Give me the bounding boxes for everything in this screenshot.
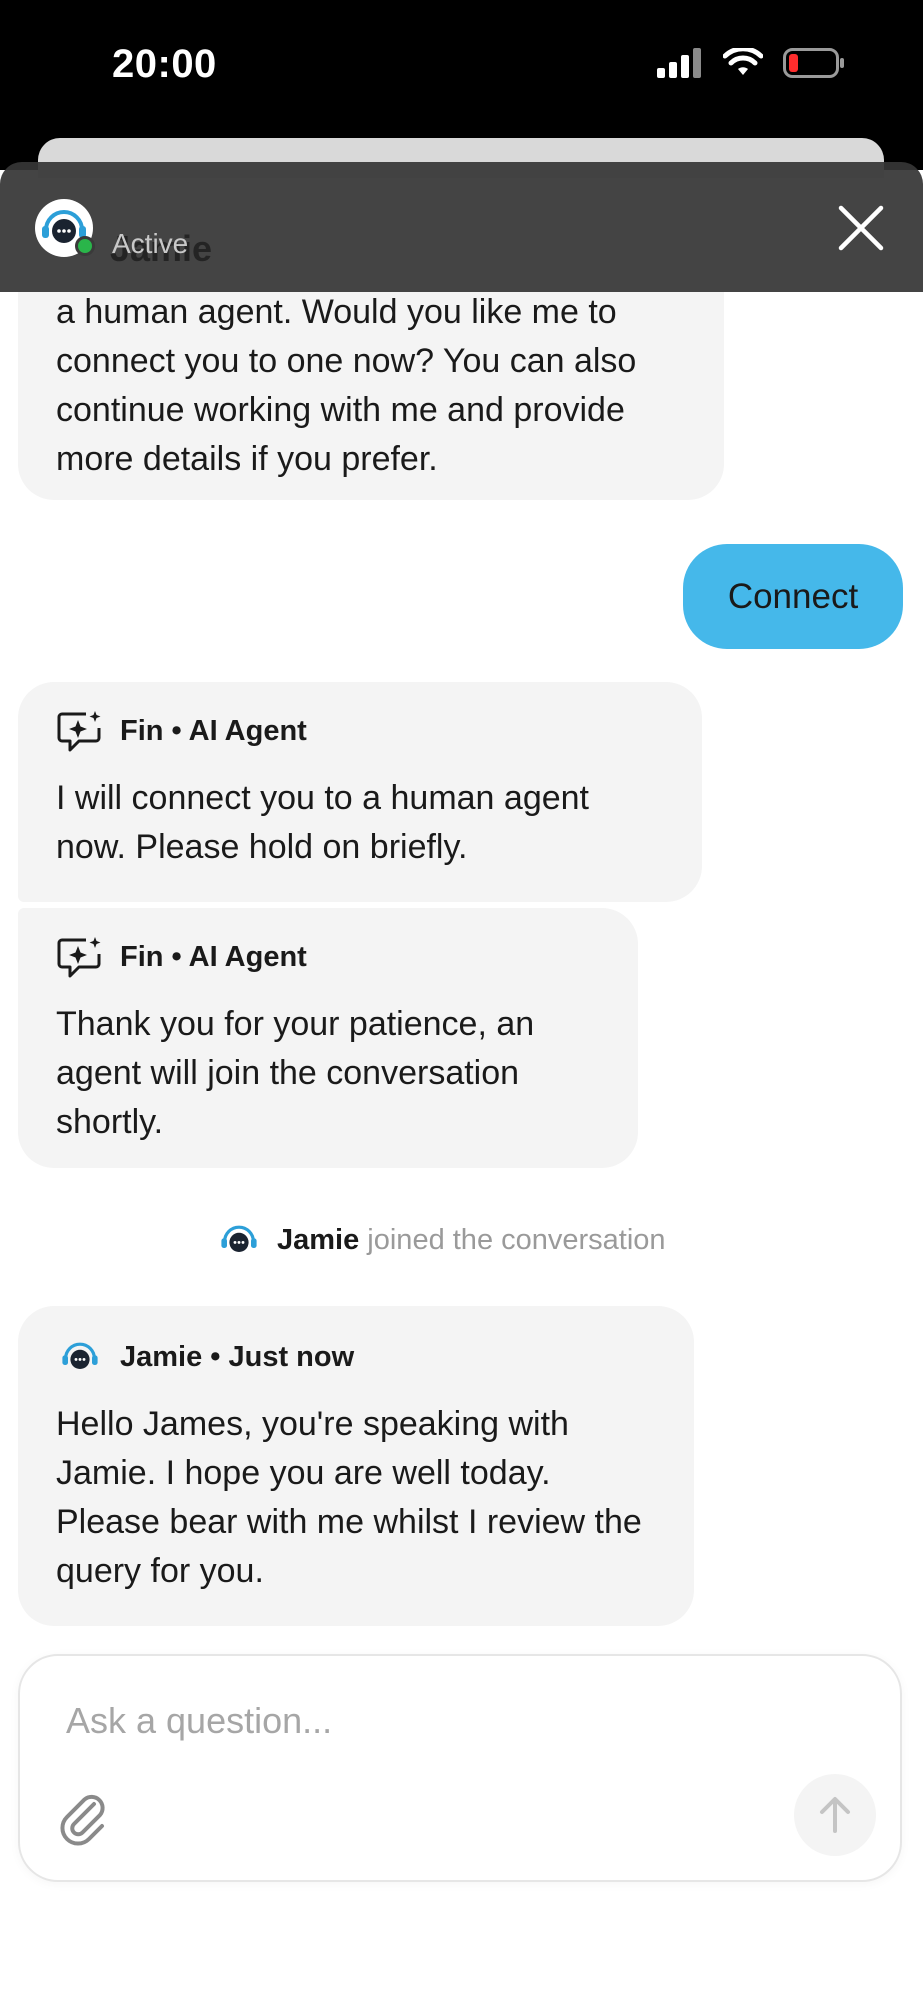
send-button[interactable] bbox=[794, 1774, 876, 1856]
sender-name: Fin • AI Agent bbox=[120, 940, 307, 973]
status-icons bbox=[657, 48, 845, 78]
battery-icon bbox=[783, 48, 844, 78]
joined-text: joined the conversation bbox=[367, 1223, 666, 1256]
wifi-icon bbox=[723, 48, 763, 75]
bot-message: a human agent. Would you like me to conn… bbox=[18, 292, 724, 500]
arrow-up-icon bbox=[820, 1797, 850, 1833]
agent-joined-notice: Jamie joined the conversation bbox=[215, 1216, 666, 1264]
chat-messages[interactable]: a human agent. Would you like me to conn… bbox=[0, 292, 923, 1642]
message-header: Jamie • Just now bbox=[56, 1332, 656, 1382]
message-header: Fin • AI Agent bbox=[56, 706, 664, 756]
ai-sparkle-icon bbox=[57, 937, 101, 978]
message-text: Hello James, you're speaking with Jamie.… bbox=[56, 1405, 642, 1590]
joined-agent-name: Jamie bbox=[277, 1223, 360, 1256]
fin-message: Fin • AI Agent Thank you for your patien… bbox=[18, 908, 638, 1168]
sender-name: Jamie • Just now bbox=[120, 1340, 355, 1373]
agent-status: Active bbox=[112, 228, 189, 259]
support-agent-avatar-icon bbox=[62, 1342, 98, 1369]
sender-name: Fin • AI Agent bbox=[120, 714, 307, 747]
online-indicator bbox=[75, 236, 95, 256]
fin-message: Fin • AI Agent I will connect you to a h… bbox=[18, 682, 702, 902]
status-time: 20:00 bbox=[112, 42, 217, 86]
paperclip-icon[interactable] bbox=[60, 1794, 116, 1850]
signal-icon bbox=[657, 48, 701, 78]
ai-sparkle-icon bbox=[57, 711, 101, 752]
agent-message: Jamie • Just now Hello James, you're spe… bbox=[18, 1306, 694, 1626]
message-composer bbox=[18, 1654, 902, 1882]
message-input[interactable] bbox=[66, 1696, 826, 1746]
message-header: Fin • AI Agent bbox=[56, 932, 600, 982]
support-agent-avatar-icon bbox=[221, 1225, 257, 1252]
message-text: a human agent. Would you like me to conn… bbox=[56, 293, 637, 478]
chat-header: Jamie Active bbox=[0, 162, 923, 292]
message-text: Thank you for your patience, an agent wi… bbox=[56, 1005, 535, 1141]
message-text: I will connect you to a human agent now.… bbox=[56, 779, 589, 866]
close-icon[interactable] bbox=[835, 202, 887, 254]
user-message-connect: Connect bbox=[683, 544, 903, 649]
